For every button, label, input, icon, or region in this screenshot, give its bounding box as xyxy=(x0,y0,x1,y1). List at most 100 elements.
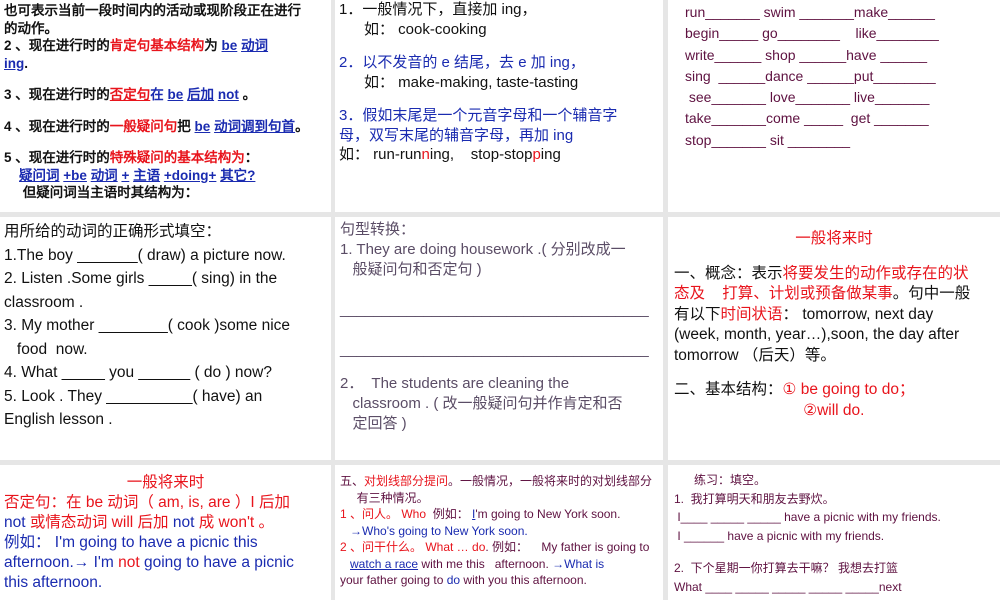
text-segment: 用所给的动词的正确形式填空： xyxy=(4,223,222,240)
text-line: 2. Listen .Some girls _____( sing) in th… xyxy=(4,267,327,291)
text-segment: 1 、问人。 Who xyxy=(340,507,427,521)
slide-future-tense-negative: 一般将来时 否定句：在 be 动词（ am, is, are ）I 后加 not 或… xyxy=(0,465,331,600)
text-segment: classroom . ( 改一般疑问句并作肯定和否 xyxy=(340,395,623,412)
text-line: 的动作。 xyxy=(4,20,327,38)
text-segment: 动词 xyxy=(241,38,269,53)
text-segment: →What is xyxy=(552,556,605,571)
text-segment: I____ _____ _____ have a picnic with my … xyxy=(674,510,941,524)
text-line: ing. xyxy=(4,55,327,73)
text-line: 否定句：在 be 动词（ am, is, are ）I 后加 xyxy=(4,493,327,513)
text-segment: 母，双写末尾的辅音字母，再加 ing xyxy=(339,126,574,144)
text-line: 2 、问干什么。 What … do. 例如： My father is goi… xyxy=(340,539,658,556)
text-segment: 后加 xyxy=(187,87,215,102)
text-segment: afternoon.→ I'm xyxy=(4,554,119,571)
text-line: 一、概念：表示将要发生的动作或存在的状 xyxy=(674,264,994,285)
text-line: (week, month, year…),soon, the day after xyxy=(674,325,994,346)
text-segment: 句型转换： xyxy=(340,221,416,238)
text-segment: 对划线部分提问 xyxy=(364,474,449,488)
text-line: 1．一般情况下，直接加 ing， xyxy=(339,0,659,20)
text-segment: 成 won't 。 xyxy=(194,514,275,531)
text-segment: I ______ have a picnic with my friends. xyxy=(674,528,885,543)
text-line: 1.The boy _______( draw) a picture now. xyxy=(4,244,327,268)
text-segment: 其它? xyxy=(220,167,256,183)
text-line: 母，双写末尾的辅音字母，再加 ing xyxy=(339,126,659,146)
text-segment: 定回答 ) xyxy=(340,415,407,432)
text-line: classroom . ( 改一般疑问句并作肯定和否 xyxy=(340,394,658,414)
text-line xyxy=(339,92,659,106)
text-line: _____________________________________ xyxy=(340,280,658,320)
text-line: 如： run-running, stop-stopping xyxy=(339,145,659,165)
text-line xyxy=(674,366,994,380)
slide-sentence-transformation: 句型转换： 1. They are doing housework .( 分别改成… xyxy=(335,217,663,460)
text-segment: (week, month, year…),soon, the day after xyxy=(674,326,960,343)
text-line: see_______ love_______ live_______ xyxy=(685,87,983,108)
text-segment: be xyxy=(167,87,184,102)
text-segment: do xyxy=(446,573,461,587)
text-segment: ① be going to do； xyxy=(782,381,915,398)
text-segment: 4. What _____ you ______ ( do ) now? xyxy=(4,364,272,381)
text-line xyxy=(674,250,994,264)
text-line: What ____ _____ _____ _____ _____next xyxy=(674,578,994,597)
text-segment: _____________________________________ xyxy=(340,321,649,358)
text-line: food now. xyxy=(4,338,327,362)
text-segment: ： tomorrow, next day xyxy=(782,305,934,323)
text-segment: 特殊疑问的基本结构为 xyxy=(109,150,245,165)
text-segment: begin_____ go________ like________ xyxy=(685,25,939,42)
text-segment: 2．以不发音的 e 结尾，去 e 加 ing， xyxy=(339,54,585,71)
text-segment: 但疑问词当主语时其结构为： xyxy=(4,185,199,200)
slide-verb-fill-exercise: 用所给的动词的正确形式填空： 1.The boy _______( draw) a… xyxy=(0,217,331,460)
text-segment: watch a race xyxy=(350,556,419,571)
text-segment: sing ______dance ______put________ xyxy=(685,67,936,84)
text-line: 但疑问词当主语时其结构为： xyxy=(4,184,327,202)
text-line: tomorrow （后天）等。 xyxy=(674,346,994,367)
slide-future-tense-questions: 五、对划线部分提问。一般情况，一般将来时的对划线部分 有三种情况。 1 、问人。 … xyxy=(335,465,663,600)
text-segment: +doing+ xyxy=(163,167,217,183)
text-line: I____ _____ _____ have a picnic with my … xyxy=(674,508,994,527)
text-segment: food now. xyxy=(4,340,88,358)
text-segment: 如： cook-cooking xyxy=(339,20,487,38)
text-line: 3. My mother ________( cook )some nice xyxy=(4,314,327,338)
text-line: 定回答 ) xyxy=(340,414,658,434)
text-line: 1 、问人。 Who 例如： I'm going to New York soo… xyxy=(340,506,658,523)
text-segment: 如： make-making, taste-tasting xyxy=(339,73,579,91)
text-segment: be xyxy=(194,118,211,134)
text-line xyxy=(4,104,327,118)
text-segment: 2. 下个星期一你打算去干嘛？ 我想去打篮 xyxy=(674,561,899,575)
text-segment: 主语 xyxy=(133,167,161,183)
text-segment: with me this afternoon. xyxy=(418,556,553,571)
text-segment: . xyxy=(24,55,29,71)
text-segment: 2． The students are cleaning the xyxy=(340,375,570,392)
text-segment: What ____ _____ _____ _____ _____next xyxy=(674,579,902,594)
text-segment: 般疑问句和否定句 ) xyxy=(340,261,482,278)
text-segment: with you this afternoon. xyxy=(460,573,587,587)
text-segment: 1．一般情况下，直接加 ing， xyxy=(339,1,537,18)
text-segment: tomorrow （后天）等。 xyxy=(674,346,836,364)
text-segment: this afternoon. xyxy=(4,574,103,591)
text-line: classroom . xyxy=(4,291,327,315)
text-line: not 或情态动词 will 后加 not 成 won't 。 xyxy=(4,513,327,533)
text-line: 2．以不发音的 e 结尾，去 e 加 ing， xyxy=(339,53,659,73)
text-segment: 例如： xyxy=(426,507,473,521)
text-line: _____________________________________ xyxy=(340,320,658,360)
slide-ing-exercise-words: run_______ swim _______make______ begin__… xyxy=(668,0,1000,212)
text-segment: →Who's going to New York soon. xyxy=(340,523,528,538)
text-line: 二、基本结构：① be going to do； xyxy=(674,380,994,401)
text-segment: 。 xyxy=(295,118,309,134)
text-line: I ______ have a picnic with my friends. xyxy=(674,527,994,546)
text-segment: 打算、计划或预备做某事 xyxy=(705,285,893,302)
text-segment: 时间状语 xyxy=(720,305,783,323)
text-line: 疑问词 +be 动词 + 主语 +doing+ 其它? xyxy=(4,167,327,185)
text-line: _____________________________________ xyxy=(340,434,658,460)
text-segment: n xyxy=(421,146,430,163)
text-segment: 二、基本结构： xyxy=(674,381,783,398)
text-segment: 也可表示当前一段时间内的活动或现阶段正在进行 xyxy=(4,3,301,18)
text-line: 2 、现在进行时的肯定句基本结构为 be 动词 xyxy=(4,37,327,55)
text-segment: 5 、现在进行时的 xyxy=(4,150,110,165)
text-segment: run_______ swim _______make______ xyxy=(685,4,935,20)
text-segment: 态及 xyxy=(674,285,706,302)
text-segment: . 例如： My father is going to xyxy=(485,540,650,554)
text-line xyxy=(4,135,327,149)
text-segment: stop_______ sit ________ xyxy=(685,131,851,148)
text-line: 3．假如末尾是一个元音字母和一个辅音字 xyxy=(339,106,659,126)
text-segment: English lesson . xyxy=(4,411,113,428)
